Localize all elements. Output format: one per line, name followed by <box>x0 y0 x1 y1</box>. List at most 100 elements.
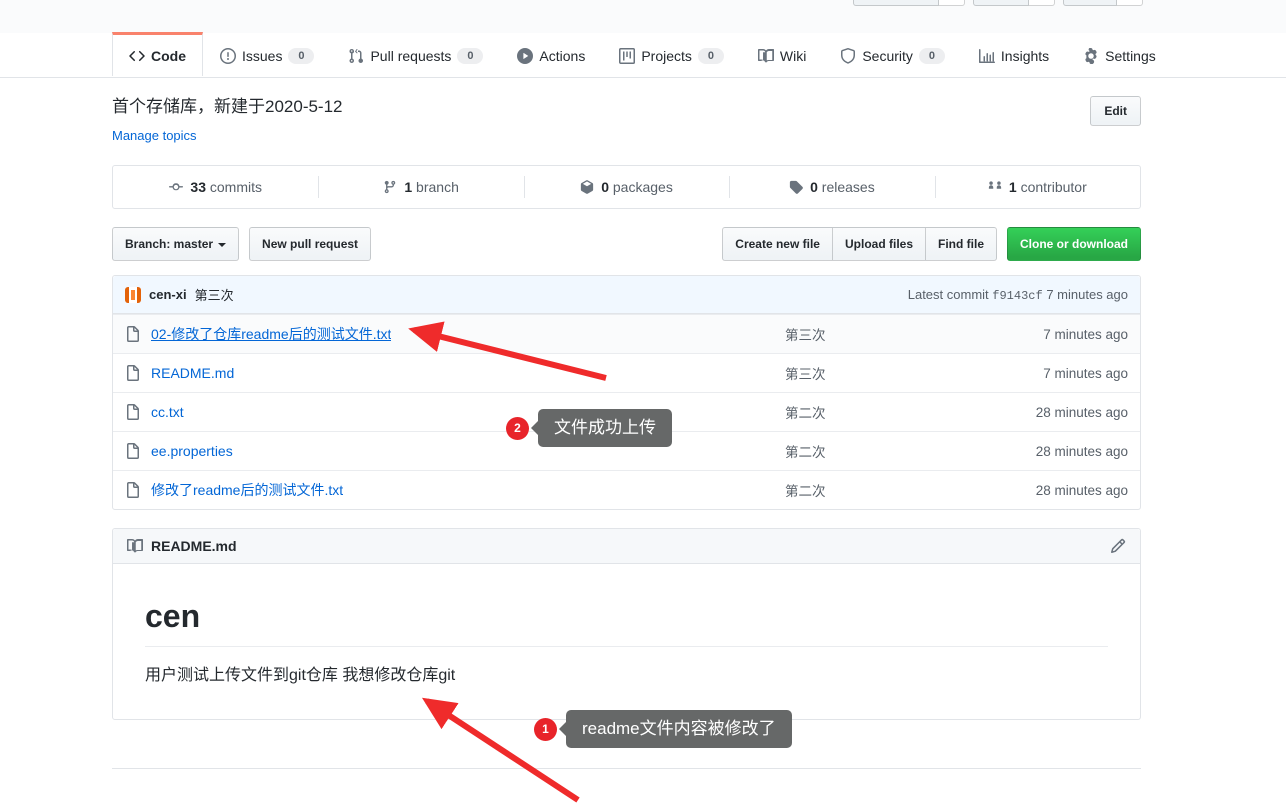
repo-nav-tabs: Code Issues 0 Pull requests 0 Actions Pr… <box>112 32 1173 76</box>
readme-header: README.md <box>113 529 1140 565</box>
star-count[interactable]: 0 <box>1029 0 1055 6</box>
table-row[interactable]: cc.txt 第二次 28 minutes ago <box>113 392 1140 431</box>
file-commit-age: 28 minutes ago <box>1035 443 1128 459</box>
tab-count-projects: 0 <box>697 47 724 64</box>
readme-heading: cen <box>145 596 1108 648</box>
tab-insights[interactable]: Insights <box>962 32 1066 76</box>
tag-icon <box>789 180 803 194</box>
upload-files-button[interactable]: Upload files <box>831 227 925 262</box>
stat-commits[interactable]: 33 commits <box>113 166 318 208</box>
file-link[interactable]: 02-修改了仓库readme后的测试文件.txt <box>151 324 391 344</box>
shield-icon <box>840 47 856 64</box>
file-name-cell: README.md <box>125 365 785 382</box>
package-icon <box>580 180 594 194</box>
tab-label-wiki: Wiki <box>779 47 807 64</box>
repo-description-row: 首个存储库，新建于2020-5-12 Manage topics Edit <box>112 78 1141 143</box>
file-commit-message[interactable]: 第二次 <box>785 441 978 461</box>
file-icon <box>125 482 141 499</box>
file-link[interactable]: cc.txt <box>151 404 184 420</box>
commit-message[interactable]: 第三次 <box>195 285 234 304</box>
file-link[interactable]: ee.properties <box>151 443 233 459</box>
fork-count[interactable]: 0 <box>1117 0 1143 6</box>
file-actions-segment: Create new file Upload files Find file <box>722 227 997 262</box>
file-commit-message[interactable]: 第二次 <box>785 480 978 500</box>
stat-label-packages: packages <box>612 179 673 196</box>
table-row[interactable]: ee.properties 第二次 28 minutes ago <box>113 431 1140 470</box>
file-commit-age: 28 minutes ago <box>1035 482 1128 498</box>
repo-main-container: 首个存储库，新建于2020-5-12 Manage topics Edit 33… <box>112 78 1141 720</box>
latest-commit-age: 7 minutes ago <box>1046 286 1128 302</box>
avatar <box>125 286 141 303</box>
stat-releases[interactable]: 0 releases <box>729 166 934 208</box>
code-icon <box>129 48 145 64</box>
latest-commit-right: Latest commit f9143cf 7 minutes ago <box>908 287 1128 303</box>
watch-button[interactable]: Watch <box>853 0 939 6</box>
branch-icon <box>383 180 397 194</box>
tab-label-code: Code <box>151 47 186 64</box>
page-bottom-divider <box>112 768 1141 769</box>
file-link[interactable]: README.md <box>151 365 234 381</box>
tab-projects[interactable]: Projects 0 <box>602 32 741 76</box>
new-pull-request-button[interactable]: New pull request <box>249 227 372 262</box>
file-commit-age: 28 minutes ago <box>1035 404 1128 420</box>
repo-stats-bar: 33 commits 1 branch 0 packages 0 release… <box>112 165 1141 210</box>
tab-wiki[interactable]: Wiki <box>741 32 823 76</box>
tab-code[interactable]: Code <box>112 32 203 76</box>
tab-issues[interactable]: Issues 0 <box>203 32 331 76</box>
manage-topics-link[interactable]: Manage topics <box>112 128 197 143</box>
tab-settings[interactable]: Settings <box>1066 32 1173 76</box>
readme-header-left: README.md <box>127 538 237 554</box>
project-icon <box>619 47 636 64</box>
readme-box: README.md cen 用户测试上传文件到git仓库 我想修改仓库git <box>112 528 1141 720</box>
toolbar-left-group: Branch: master New pull request <box>112 227 372 262</box>
file-commit-message[interactable]: 第三次 <box>785 363 978 383</box>
stat-contributors[interactable]: 1 contributor <box>934 166 1140 208</box>
tab-label-insights: Insights <box>1000 47 1050 64</box>
clone-or-download-button[interactable]: Clone or download <box>1007 227 1141 262</box>
tab-label-actions: Actions <box>539 47 586 64</box>
repo-description: 首个存储库，新建于2020-5-12 <box>112 97 343 116</box>
file-commit-message[interactable]: 第三次 <box>785 324 978 344</box>
table-row[interactable]: README.md 第三次 7 minutes ago <box>113 353 1140 392</box>
tab-label-security: Security <box>862 47 913 64</box>
tab-count-issues: 0 <box>288 47 315 64</box>
file-commit-age: 7 minutes ago <box>1043 326 1128 342</box>
star-button-group[interactable]: Star 0 <box>973 0 1055 6</box>
toolbar-right-group: Create new file Upload files Find file C… <box>722 227 1141 262</box>
tab-pull-requests[interactable]: Pull requests 0 <box>331 32 500 76</box>
file-icon <box>125 443 141 460</box>
table-row[interactable]: 02-修改了仓库readme后的测试文件.txt 第三次 7 minutes a… <box>113 314 1140 354</box>
tab-security[interactable]: Security 0 <box>823 32 962 76</box>
watch-button-group[interactable]: Watch 1 <box>853 0 965 6</box>
find-file-button[interactable]: Find file <box>925 227 997 262</box>
fork-button-group[interactable]: Fork 0 <box>1063 0 1143 6</box>
watch-count[interactable]: 1 <box>939 0 965 6</box>
file-name-cell: ee.properties <box>125 443 785 460</box>
gear-icon <box>1083 47 1099 64</box>
file-listing-box: cen-xi 第三次 Latest commit f9143cf 7 minut… <box>112 275 1141 511</box>
file-link[interactable]: 修改了readme后的测试文件.txt <box>151 480 343 500</box>
pencil-icon[interactable] <box>1110 538 1126 554</box>
file-icon <box>125 365 141 382</box>
stat-value-commits: 33 <box>190 179 206 196</box>
repo-description-block: 首个存储库，新建于2020-5-12 Manage topics <box>112 96 343 143</box>
issue-icon <box>220 47 236 64</box>
book-icon <box>757 48 774 64</box>
commit-author[interactable]: cen-xi <box>149 287 187 302</box>
fork-button[interactable]: Fork <box>1063 0 1117 6</box>
table-row[interactable]: 修改了readme后的测试文件.txt 第二次 28 minutes ago <box>113 470 1140 509</box>
branch-selector-button[interactable]: Branch: master <box>112 227 240 262</box>
stat-branches[interactable]: 1 branch <box>318 166 523 208</box>
commit-sha[interactable]: f9143cf <box>992 289 1042 303</box>
tab-label-projects: Projects <box>641 47 692 64</box>
file-commit-message[interactable]: 第二次 <box>785 402 978 422</box>
tab-actions[interactable]: Actions <box>500 32 602 76</box>
stat-packages[interactable]: 0 packages <box>523 166 729 208</box>
star-button[interactable]: Star <box>973 0 1029 6</box>
file-name-cell: 修改了readme后的测试文件.txt <box>125 480 785 500</box>
edit-button[interactable]: Edit <box>1090 96 1141 126</box>
create-new-file-button[interactable]: Create new file <box>722 227 832 262</box>
stat-value-branches: 1 <box>404 179 413 196</box>
repo-file-toolbar: Branch: master New pull request Create n… <box>112 227 1141 262</box>
repo-nav-tabbar: Code Issues 0 Pull requests 0 Actions Pr… <box>0 32 1286 78</box>
